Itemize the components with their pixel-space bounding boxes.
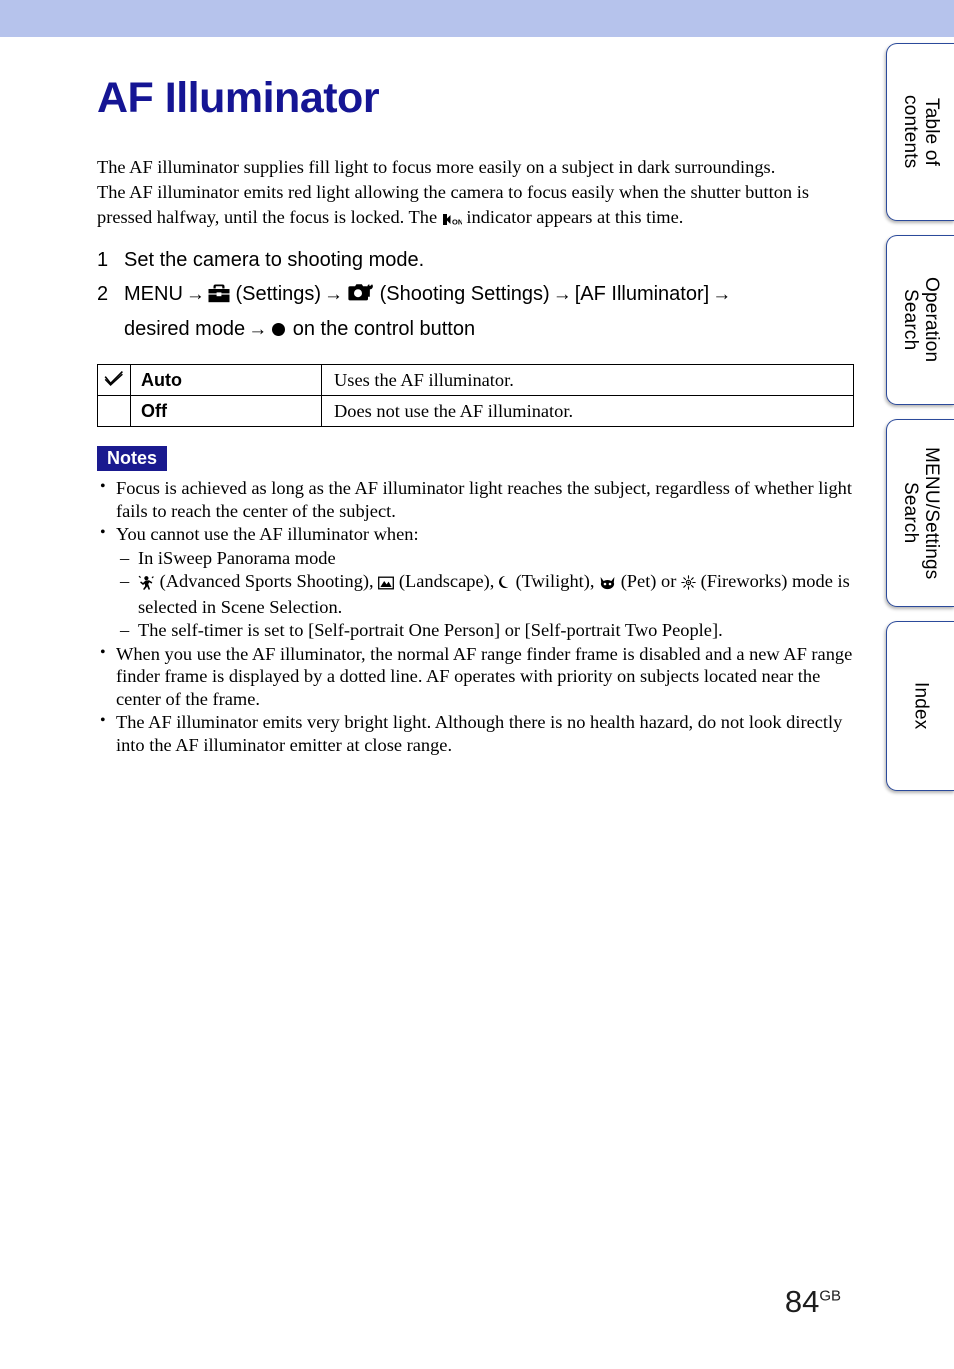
note-item: • When you use the AF illuminator, the n…: [97, 643, 857, 711]
bullet-icon: •: [100, 712, 106, 729]
dash-icon: –: [120, 571, 130, 591]
sidebar-item-index[interactable]: Index: [886, 621, 954, 791]
pet-icon: [599, 573, 616, 596]
fireworks-icon: [681, 573, 696, 596]
page-number-suffix: GB: [819, 1287, 841, 1305]
svg-text:ON: ON: [452, 218, 462, 227]
intro-paragraph: The AF illuminator supplies fill light t…: [97, 155, 857, 233]
scene-label-pet: (Pet) or: [620, 571, 677, 591]
sub-note-text: In iSweep Panorama mode: [138, 547, 336, 568]
sub-note-item: – The self-timer is set to [Self-portrai…: [116, 619, 857, 642]
scene-label-landscape: (Landscape),: [398, 571, 495, 591]
tab-label-index: Index: [910, 682, 932, 730]
arrow-4: →: [712, 284, 732, 305]
note-item: • You cannot use the AF illuminator when…: [97, 523, 857, 642]
bullet-icon: •: [100, 478, 106, 495]
intro-line-3-before: pressed halfway, until the focus is lock…: [97, 207, 442, 227]
camera-wrench-icon: [346, 281, 374, 313]
shooting-settings-label: (Shooting Settings): [379, 283, 550, 305]
step-2: 2 MENU → (Settings) → (Shooting Settings) →…: [97, 278, 867, 346]
bullet-icon: •: [100, 524, 106, 541]
arrow-3: →: [552, 284, 572, 305]
arrow-2: →: [324, 284, 344, 305]
menu-label: MENU: [124, 283, 183, 305]
intro-line-1: The AF illuminator supplies fill light t…: [97, 157, 776, 177]
scene-label-sports: (Advanced Sports Shooting),: [159, 571, 374, 591]
step-1-number: 1: [97, 249, 109, 271]
option-label-off: Off: [130, 395, 322, 427]
note-text: Focus is achieved as long as the AF illu…: [116, 478, 852, 521]
table-row: Auto Uses the AF illuminator.: [97, 364, 854, 396]
steps-list: 1 Set the camera to shooting mode. 2 MEN…: [97, 244, 867, 348]
notes-list: • Focus is achieved as long as the AF il…: [97, 477, 857, 757]
page-number: 84GB: [785, 1284, 841, 1320]
page-title: AF Illuminator: [97, 73, 380, 122]
af-illuminator-bracket-label: [AF Illuminator]: [574, 283, 710, 305]
page-content: AF Illuminator The AF illuminator suppli…: [0, 37, 880, 1369]
note-item: • The AF illuminator emits very bright l…: [97, 711, 857, 756]
table-row: Off Does not use the AF illuminator.: [97, 395, 854, 427]
tab-label-operation-search: Operation Search: [900, 277, 942, 363]
option-description-off: Does not use the AF illuminator.: [321, 395, 854, 427]
toolbox-settings-icon: [208, 281, 230, 313]
sub-note-text: The self-timer is set to [Self-portrait …: [138, 620, 723, 640]
page-number-value: 84: [784, 1284, 820, 1319]
step-1: 1 Set the camera to shooting mode.: [97, 244, 867, 276]
sidebar-item-operation-search[interactable]: Operation Search: [886, 235, 954, 405]
selected-indicator-cell: [97, 395, 131, 427]
landscape-icon: [378, 573, 395, 596]
tab-label-table-of-contents: Table of contents: [900, 95, 942, 169]
dash-icon: –: [120, 547, 130, 568]
sidebar-item-menu-settings-search[interactable]: MENU/Settings Search: [886, 419, 954, 607]
note-text: When you use the AF illuminator, the nor…: [116, 643, 853, 709]
option-description-auto: Uses the AF illuminator.: [321, 364, 854, 396]
selected-indicator-cell: [97, 364, 131, 396]
checkmark-icon: [104, 370, 124, 390]
arrow-1: →: [185, 284, 205, 305]
scene-label-twilight: (Twilight),: [515, 571, 595, 591]
control-button-center-icon: [272, 323, 286, 336]
sub-note-item-scene-modes: – (Advanced Sports Shooting), (Landscape…: [116, 570, 857, 618]
note-item: • Focus is achieved as long as the AF il…: [97, 477, 857, 522]
option-label-auto: Auto: [130, 364, 322, 396]
scene-tail-text: selected in Scene Selection.: [138, 596, 343, 617]
tab-label-menu-settings-search: MENU/Settings Search: [900, 446, 942, 580]
control-button-label: on the control button: [292, 318, 476, 340]
notes-badge: Notes: [97, 446, 168, 471]
step-2-number: 2: [97, 283, 109, 305]
step-1-text: Set the camera to shooting mode.: [124, 249, 425, 271]
note-text: You cannot use the AF illuminator when:: [116, 524, 419, 544]
af-illuminator-on-icon: ON: [442, 208, 463, 233]
intro-line-2: The AF illuminator emits red light allow…: [97, 182, 809, 202]
dash-icon: –: [120, 620, 130, 640]
side-navigation-tabs: Table of contents Operation Search MENU/…: [880, 43, 954, 805]
sub-note-item: – In iSweep Panorama mode: [116, 547, 857, 570]
sidebar-item-table-of-contents[interactable]: Table of contents: [886, 43, 954, 221]
scene-label-fireworks: (Fireworks) mode is: [700, 571, 850, 591]
note-text: The AF illuminator emits very bright lig…: [116, 712, 843, 755]
desired-mode-label: desired mode: [124, 318, 246, 340]
arrow-5: →: [248, 319, 268, 340]
settings-label: (Settings): [235, 283, 322, 305]
header-decorative-band: [0, 0, 954, 37]
option-table: Auto Uses the AF illuminator. Off Does n…: [97, 364, 854, 427]
advanced-sports-shooting-icon: [138, 573, 155, 596]
twilight-icon: [498, 573, 511, 596]
bullet-icon: •: [100, 643, 106, 661]
intro-line-3-after: indicator appears at this time.: [461, 207, 684, 227]
